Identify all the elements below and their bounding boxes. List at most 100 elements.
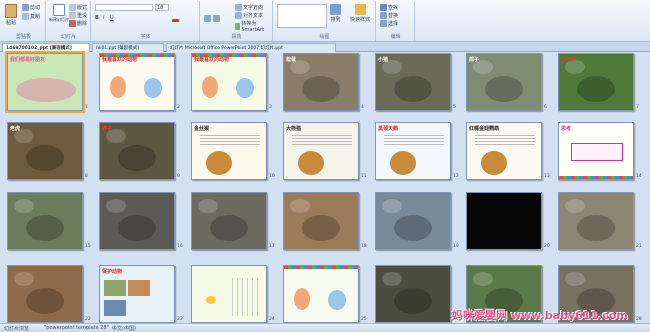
font-size-combo[interactable]: 18	[155, 4, 169, 11]
select-button[interactable]: 选择	[380, 20, 398, 27]
slide-thumbnail[interactable]	[466, 192, 542, 250]
photo-subject	[394, 215, 432, 241]
slide-thumbnail[interactable]: 我最喜欢的动物	[99, 53, 175, 111]
slide-title: 我最喜欢的动物	[102, 57, 138, 63]
find-button[interactable]: 查找	[380, 4, 398, 11]
slide-thumbnail[interactable]	[558, 192, 634, 250]
quick-styles-icon	[354, 4, 366, 15]
reset-button[interactable]: 重设	[69, 12, 87, 19]
group-label: 绘图	[319, 34, 330, 40]
slide-thumbnail[interactable]: 我最喜欢的动物	[191, 53, 267, 111]
slide-number: 17	[269, 244, 275, 249]
slide-title: 我们都是好朋友	[10, 57, 46, 63]
slide-number: 23	[177, 317, 183, 322]
binoculars-icon	[380, 4, 387, 11]
slide-thumbnail[interactable]: 大熊猫	[283, 122, 359, 180]
paste-button[interactable]: 粘贴	[5, 4, 17, 26]
slide-thumbnail[interactable]	[283, 265, 359, 323]
cartoon-figure	[294, 288, 310, 310]
replace-button[interactable]: 替换	[380, 12, 398, 19]
underline-button[interactable]: U	[110, 15, 114, 21]
photo-highlight	[565, 272, 585, 286]
slide-title: 小猪	[378, 57, 389, 63]
font-name-combo[interactable]	[95, 4, 153, 11]
cartoon-figure	[202, 76, 218, 98]
butterfly-icon	[206, 296, 216, 304]
photo-subject	[118, 215, 156, 241]
slide-thumbnail[interactable]: 小猪	[375, 53, 451, 111]
slide-thumbnail[interactable]: 我们都是好朋友	[5, 51, 85, 113]
italic-button[interactable]: I	[103, 15, 104, 21]
slide-thumbnail[interactable]: 鸽子	[466, 53, 542, 111]
paste-icon	[5, 4, 17, 18]
slide-thumbnail[interactable]: 梅花鹿	[558, 53, 634, 111]
align-left-button[interactable]	[204, 15, 211, 22]
reset-icon	[69, 12, 76, 19]
photo-highlight	[14, 199, 34, 213]
group-label: 剪贴板	[15, 34, 31, 40]
slide-thumbnail[interactable]: 红嘴金翅鹦鹉	[466, 122, 542, 180]
slide-thumbnail[interactable]: 狮子	[99, 122, 175, 180]
slide-thumbnail[interactable]: 老虎	[7, 122, 83, 180]
slide-thumbnail[interactable]	[283, 192, 359, 250]
poem-lines	[232, 278, 258, 316]
slide-number: 12	[453, 174, 459, 179]
slide-number: 8	[85, 174, 88, 179]
photo-highlight	[473, 272, 493, 286]
cartoon-figure	[236, 78, 254, 98]
copy-icon	[22, 13, 29, 20]
slide-thumbnail[interactable]	[99, 192, 175, 250]
slide-thumbnail[interactable]: 思考	[558, 122, 634, 180]
slide-number: 9	[177, 174, 180, 179]
group-label: 编辑	[390, 34, 401, 40]
align-center-button[interactable]	[213, 15, 220, 22]
shapes-gallery[interactable]	[277, 4, 327, 28]
convert-smartart-button[interactable]: 转换为 SmartArt	[235, 20, 272, 33]
delete-icon	[69, 20, 76, 27]
document-tab[interactable]: 1469700102_ppt [兼容模式]	[2, 43, 90, 52]
status-bar: 幻灯片浏览 "powerpoint template 28" 中文(中国)	[0, 323, 650, 332]
slide-thumbnail[interactable]: 黑颈天鹅	[375, 122, 451, 180]
slide-thumbnail[interactable]	[375, 192, 451, 250]
document-tab[interactable]: 幻灯片 Microsoft Office PowerPoint 2007 幻灯片…	[166, 43, 336, 52]
document-tab[interactable]: hk01.ppt [兼容模式]	[92, 43, 164, 52]
arrange-button[interactable]: 排列	[330, 4, 341, 23]
slide-thumbnail[interactable]	[191, 192, 267, 250]
slide-thumbnail[interactable]: 松鼠	[283, 53, 359, 111]
delete-button[interactable]: 删除	[69, 20, 87, 27]
slide-title: 老虎	[10, 126, 21, 132]
align-text-button[interactable]: 对齐文本	[235, 12, 263, 19]
photo-highlight	[14, 272, 34, 286]
photo-subject	[26, 215, 64, 241]
text-direction-button[interactable]: 文字方向	[235, 4, 263, 11]
photo-subject	[26, 288, 64, 314]
new-slide-button[interactable]: 新建幻灯片	[49, 4, 69, 23]
slide-thumbnail[interactable]	[7, 265, 83, 323]
slide-number: 2	[177, 105, 180, 110]
slide-number: 4	[361, 105, 364, 110]
status-template: "powerpoint template 28"	[44, 325, 109, 331]
text-lines	[200, 135, 260, 145]
layout-button[interactable]: 版式	[69, 4, 87, 11]
slide-thumbnail[interactable]	[7, 192, 83, 250]
slide-thumbnail[interactable]	[375, 265, 451, 323]
photo-subject	[394, 288, 432, 314]
quick-styles-button[interactable]: 快速样式	[350, 4, 370, 23]
slide-number: 15	[85, 244, 91, 249]
slide-thumbnail[interactable]: 金丝猴	[191, 122, 267, 180]
collage-photo	[128, 280, 150, 296]
cartoon-figure	[110, 76, 126, 98]
bold-button[interactable]: B	[95, 15, 99, 21]
cartoon-figure	[328, 290, 346, 310]
group-label: 幻灯片	[60, 34, 76, 40]
slide-title: 红嘴金翅鹦鹉	[469, 126, 500, 132]
slide-thumbnail[interactable]	[191, 265, 267, 323]
arrange-icon	[330, 4, 341, 15]
photo-highlight	[382, 199, 402, 213]
photo-highlight	[198, 199, 218, 213]
cut-button[interactable]: 剪切	[22, 4, 40, 11]
copy-button[interactable]: 复制	[22, 13, 40, 20]
font-color-button[interactable]	[172, 15, 179, 22]
text-lines	[292, 135, 352, 145]
slide-thumbnail[interactable]: 保护动物	[99, 265, 175, 323]
